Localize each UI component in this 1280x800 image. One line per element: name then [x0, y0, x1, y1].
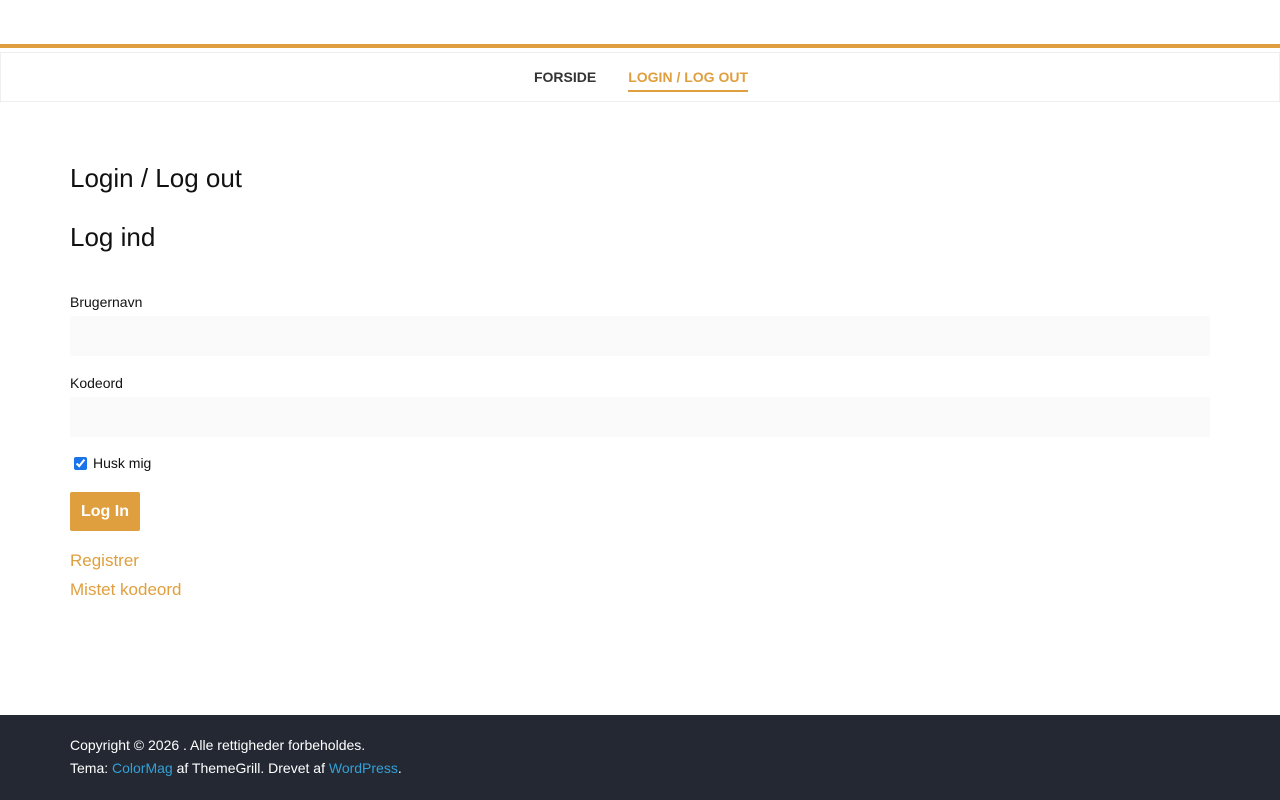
- username-input[interactable]: [70, 316, 1210, 356]
- main-navigation: Forside Login / Log out: [0, 52, 1280, 102]
- colormag-link[interactable]: ColorMag: [112, 760, 173, 776]
- register-link[interactable]: Registrer: [70, 549, 139, 573]
- page-title: Login / Log out: [70, 163, 243, 193]
- remember-me-checkbox[interactable]: [74, 456, 87, 470]
- lost-password-link[interactable]: Mistet kodeord: [70, 578, 182, 602]
- theme-suffix: .: [397, 760, 402, 776]
- theme-credit: Tema: ColorMag af ThemeGrill. Drevet af …: [70, 758, 402, 778]
- nav-item-login-logout[interactable]: Login / Log out: [628, 62, 748, 92]
- header-bar: [0, 0, 1280, 48]
- nav-item-forside[interactable]: Forside: [534, 62, 596, 92]
- wordpress-link[interactable]: WordPress: [329, 760, 398, 776]
- remember-me: Husk mig: [70, 455, 151, 471]
- form-title: Log ind: [70, 222, 156, 252]
- username-label: Brugernavn: [70, 294, 143, 310]
- nav-menu: Forside Login / Log out: [1, 53, 1280, 101]
- password-label: Kodeord: [70, 375, 123, 391]
- copyright-text: Copyright © 2026 . Alle rettigheder forb…: [70, 737, 366, 753]
- theme-prefix: Tema:: [70, 760, 113, 776]
- theme-middle: af ThemeGrill. Drevet af: [172, 760, 329, 776]
- remember-me-label[interactable]: Husk mig: [93, 455, 151, 471]
- login-button[interactable]: Log In: [70, 492, 140, 531]
- password-input[interactable]: [70, 397, 1210, 437]
- footer: Copyright © 2026 . Alle rettigheder forb…: [0, 715, 1280, 800]
